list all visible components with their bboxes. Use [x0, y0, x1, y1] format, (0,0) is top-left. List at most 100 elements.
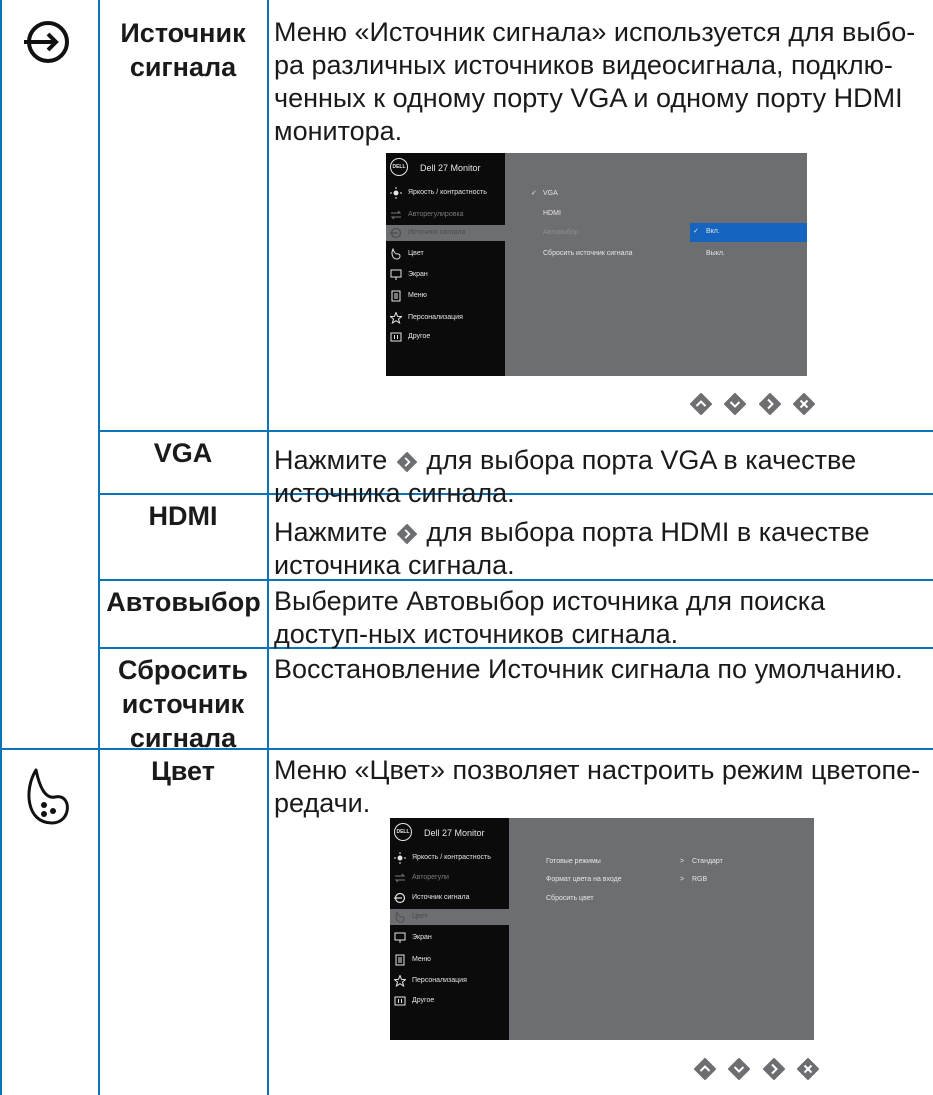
- row-desc-hdmi: Нажмите для выбора порта HDMI в качестве…: [274, 516, 924, 582]
- right-button-icon: [396, 451, 417, 472]
- menu-icon: [391, 290, 401, 302]
- row-name-auto: Автовыбор: [106, 587, 261, 617]
- osd-item-label: Экран: [408, 271, 428, 278]
- table-col-divider-1: [98, 0, 100, 1095]
- right-button-icon[interactable]: [758, 393, 781, 415]
- osd-item-label: Персонализация: [408, 314, 463, 321]
- osd-item-other: Другое: [386, 329, 505, 345]
- osd-color-screenshot: DELL Dell 27 Monitor Яркость / контрастн…: [390, 818, 814, 1040]
- osd-value-format: RGB: [692, 876, 708, 883]
- brightness-icon: [390, 187, 402, 199]
- input-source-icon: [390, 227, 402, 239]
- row-desc-vga: Нажмите для выбора порта VGA в качестве …: [274, 444, 924, 510]
- osd-item-label: Экран: [412, 934, 432, 941]
- osd-value-preset: Стандарт: [692, 858, 723, 865]
- osd-item-display: Экран: [390, 930, 509, 946]
- row-desc-auto: Выберите Автовыбор источника для поиска …: [274, 586, 826, 649]
- input-source-icon: [24, 21, 69, 63]
- osd-item-brightness: Яркость / контрастность: [390, 850, 509, 866]
- row-name-input-source: Источник сигнала: [120, 18, 246, 82]
- osd-item-input-source: Источник сигнала: [386, 225, 505, 241]
- row-desc-input-source: Меню «Источник сигнала» используется для…: [274, 17, 916, 146]
- osd-input-source-screenshot: DELL Dell 27 Monitor Яркость / контрастн…: [386, 153, 807, 376]
- auto-adjust-icon: [390, 210, 402, 220]
- osd-buttons: [690, 393, 823, 420]
- table-left-border: [0, 0, 2, 1095]
- row-name-vga: VGA: [153, 438, 213, 468]
- color-palette-icon: [395, 911, 405, 923]
- menu-icon: [395, 954, 405, 966]
- osd-item-label: Цвет: [408, 250, 424, 257]
- row-desc-color: Меню «Цвет» позволяет настроить режим цв…: [274, 755, 921, 818]
- osd-buttons: [694, 1058, 827, 1085]
- osd-option-preset-modes: Готовые режимы: [546, 858, 601, 865]
- osd-item-label: Источник сигнала: [408, 229, 466, 236]
- down-button-icon[interactable]: [728, 1058, 751, 1080]
- osd-option-input-color-format: Формат цвета на входе: [546, 876, 622, 883]
- input-source-icon: [394, 892, 406, 904]
- osd-option-reset: Сбросить источник сигнала: [543, 250, 633, 257]
- osd-item-label: Другое: [408, 333, 431, 340]
- right-button-icon: [396, 523, 417, 544]
- close-button-icon[interactable]: [797, 1058, 820, 1080]
- osd-item-label: Персонализация: [412, 977, 467, 984]
- up-button-icon[interactable]: [690, 393, 712, 415]
- auto-adjust-icon: [394, 873, 406, 883]
- osd-item-input-source: Источник сигнала: [390, 890, 509, 906]
- down-button-icon[interactable]: [724, 393, 747, 415]
- color-palette-icon: [27, 768, 69, 825]
- row-name-color: Цвет: [151, 756, 215, 786]
- osd-check: ✓: [531, 190, 537, 197]
- monitor-icon: [390, 269, 402, 280]
- color-palette-icon: [391, 248, 401, 260]
- osd-item-label: Меню: [408, 292, 427, 299]
- up-button-icon[interactable]: [694, 1058, 716, 1080]
- osd-option-auto: Автовыбор: [543, 229, 579, 236]
- osd-option-hdmi: HDMI: [543, 210, 561, 217]
- osd-arrow: >: [680, 876, 685, 883]
- osd-check: ✓: [693, 228, 699, 235]
- star-icon: [390, 312, 402, 324]
- osd-item-menu: Меню: [386, 288, 505, 304]
- osd-item-other: Другое: [390, 993, 509, 1009]
- osd-title: Dell 27 Monitor: [420, 163, 481, 173]
- row-name-hdmi: HDMI: [148, 501, 218, 531]
- row-name-reset: Сбросить источник сигнала: [118, 655, 248, 753]
- osd-item-label: Авторегули: [412, 874, 449, 881]
- osd-item-brightness: Яркость / контрастность: [386, 185, 505, 201]
- other-icon: [390, 332, 402, 342]
- right-button-icon[interactable]: [762, 1058, 785, 1080]
- row-divider: [98, 430, 933, 432]
- osd-item-display: Экран: [386, 267, 505, 283]
- osd-item-personalize: Персонализация: [386, 310, 505, 326]
- osd-item-label: Яркость / контрастность: [408, 189, 487, 196]
- osd-item-auto-adjust: Авторегули: [390, 870, 509, 886]
- osd-item-personalize: Персонализация: [390, 973, 509, 989]
- osd-sub-off: Выкл.: [706, 250, 725, 257]
- monitor-icon: [394, 932, 406, 943]
- table-col-divider-2: [267, 0, 269, 1095]
- osd-option-reset-color: Сбросить цвет: [546, 895, 594, 902]
- osd-item-label: Авторегулировка: [408, 211, 464, 218]
- dell-logo: DELL: [394, 823, 412, 841]
- desc-text: Нажмите: [274, 445, 388, 475]
- osd-item-label: Яркость / контрастность: [412, 854, 491, 861]
- osd-item-color: Цвет: [386, 246, 505, 262]
- brightness-icon: [394, 852, 406, 864]
- osd-arrow: >: [680, 858, 685, 865]
- osd-option-vga: VGA: [543, 190, 558, 197]
- row-desc-reset: Восстановление Источник сигнала по умолч…: [274, 654, 903, 684]
- close-button-icon[interactable]: [793, 393, 816, 415]
- dell-logo: DELL: [390, 158, 408, 176]
- osd-item-label: Цвет: [412, 913, 428, 920]
- desc-text: Нажмите: [274, 517, 388, 547]
- star-icon: [394, 975, 406, 987]
- other-icon: [394, 996, 406, 1006]
- osd-item-label: Источник сигнала: [412, 894, 470, 901]
- osd-sub-on: Вкл.: [706, 228, 720, 235]
- osd-item-auto-adjust: Авторегулировка: [386, 207, 505, 223]
- osd-item-label: Другое: [412, 997, 435, 1004]
- osd-title: Dell 27 Monitor: [424, 828, 485, 838]
- osd-item-color: Цвет: [390, 909, 509, 925]
- osd-item-menu: Меню: [390, 952, 509, 968]
